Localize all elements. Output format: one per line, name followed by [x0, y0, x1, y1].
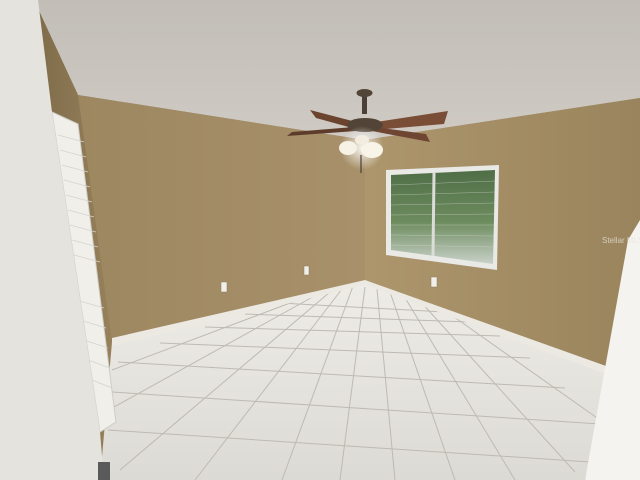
door-hinge	[98, 462, 110, 480]
fan-light	[355, 135, 369, 145]
wall-outlet	[220, 281, 228, 293]
watermark: Stellar MLS	[602, 236, 640, 245]
window	[386, 165, 499, 270]
wall-outlet	[430, 276, 438, 288]
fan-canopy	[356, 89, 373, 97]
fan-light	[339, 141, 357, 155]
wall-outlet	[303, 265, 310, 276]
bedroom-scene: Stellar MLS	[0, 0, 640, 480]
